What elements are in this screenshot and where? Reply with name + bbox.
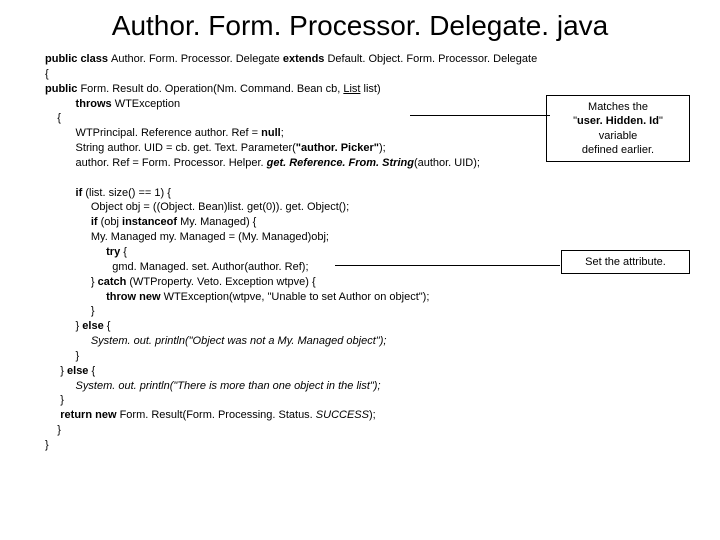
slide-title: Author. Form. Processor. Delegate. java	[0, 0, 720, 52]
brace: }	[45, 365, 67, 377]
stmt-authoruid: String author. UID = cb. get. Text. Para…	[45, 142, 296, 154]
string-literal: "author. Picker"	[296, 142, 379, 154]
superclass-name: Default. Object. Form. Processor. Delega…	[327, 53, 537, 65]
stmt-setauthor: gmd. Managed. set. Author(author. Ref);	[45, 261, 309, 273]
if2-b: My. Managed) {	[180, 216, 256, 228]
if-cond: (list. size() == 1) {	[85, 187, 171, 199]
kw-extends: extends	[283, 53, 328, 65]
kw-null: null	[261, 127, 281, 139]
kw-if2: if	[45, 216, 101, 228]
kw-public-class: public class	[45, 53, 111, 65]
brace: {	[45, 112, 61, 124]
stmt-obj: Object obj = ((Object. Bean)list. get(0)…	[45, 201, 349, 213]
if2-a: (obj	[101, 216, 122, 228]
type-list: List	[343, 83, 360, 95]
brace: }	[45, 305, 95, 317]
kw-instanceof: instanceof	[122, 216, 180, 228]
brace: }	[45, 424, 61, 436]
class-name: Author. Form. Processor. Delegate	[111, 53, 283, 65]
brace: {	[91, 365, 95, 377]
method-getref: get. Reference. From. String	[267, 157, 414, 169]
callout-setattr: Set the attribute.	[561, 250, 690, 274]
method-sig-end: list)	[360, 83, 380, 95]
const-success: SUCCESS	[316, 409, 369, 421]
kw-try: try	[45, 246, 123, 258]
brace-open: {	[45, 68, 49, 80]
brace: {	[123, 246, 127, 258]
kw-throws: throws	[45, 98, 115, 110]
stmt-println1: System. out. println("Object was not a M…	[45, 335, 386, 347]
catch-param: (WTProperty. Veto. Exception wtpve) {	[129, 276, 315, 288]
brace: }	[45, 320, 82, 332]
brace: {	[107, 320, 111, 332]
kw-catch: catch	[98, 276, 130, 288]
connector-line-2	[335, 265, 560, 266]
brace: }	[45, 350, 79, 362]
stmt-authorref2: author. Ref = Form. Processor. Helper.	[45, 157, 267, 169]
kw-else2: else	[67, 365, 91, 377]
brace: }	[45, 439, 49, 451]
kw-if: if	[45, 187, 85, 199]
connector-line-1	[410, 115, 550, 116]
brace-close: }	[45, 276, 98, 288]
callout1-var: user. Hidden. Id	[577, 115, 659, 127]
semi: ;	[281, 127, 284, 139]
semi: );	[369, 409, 376, 421]
kw-thrownew: throw new	[45, 291, 164, 303]
stmt-authorref: WTPrincipal. Reference author. Ref =	[45, 127, 261, 139]
stmt-println2: System. out. println("There is more than…	[45, 380, 381, 392]
return-expr: Form. Result(Form. Processing. Status.	[120, 409, 316, 421]
callout1-line1: Matches the	[588, 101, 648, 113]
semi: );	[379, 142, 386, 154]
kw-else: else	[82, 320, 106, 332]
throw-expr: WTException(wtpve, "Unable to set Author…	[164, 291, 430, 303]
callout1-line3: defined earlier.	[582, 144, 654, 156]
callout-matches: Matches the "user. Hidden. Id" variable …	[546, 95, 690, 162]
stmt-mymanaged: My. Managed my. Managed = (My. Managed)o…	[45, 231, 329, 243]
stmt-end: (author. UID);	[414, 157, 480, 169]
exception-type: WTException	[115, 98, 180, 110]
kw-public: public	[45, 83, 80, 95]
method-sig: Form. Result do. Operation(Nm. Command. …	[80, 83, 343, 95]
brace: }	[45, 394, 64, 406]
kw-returnnew: return new	[45, 409, 120, 421]
